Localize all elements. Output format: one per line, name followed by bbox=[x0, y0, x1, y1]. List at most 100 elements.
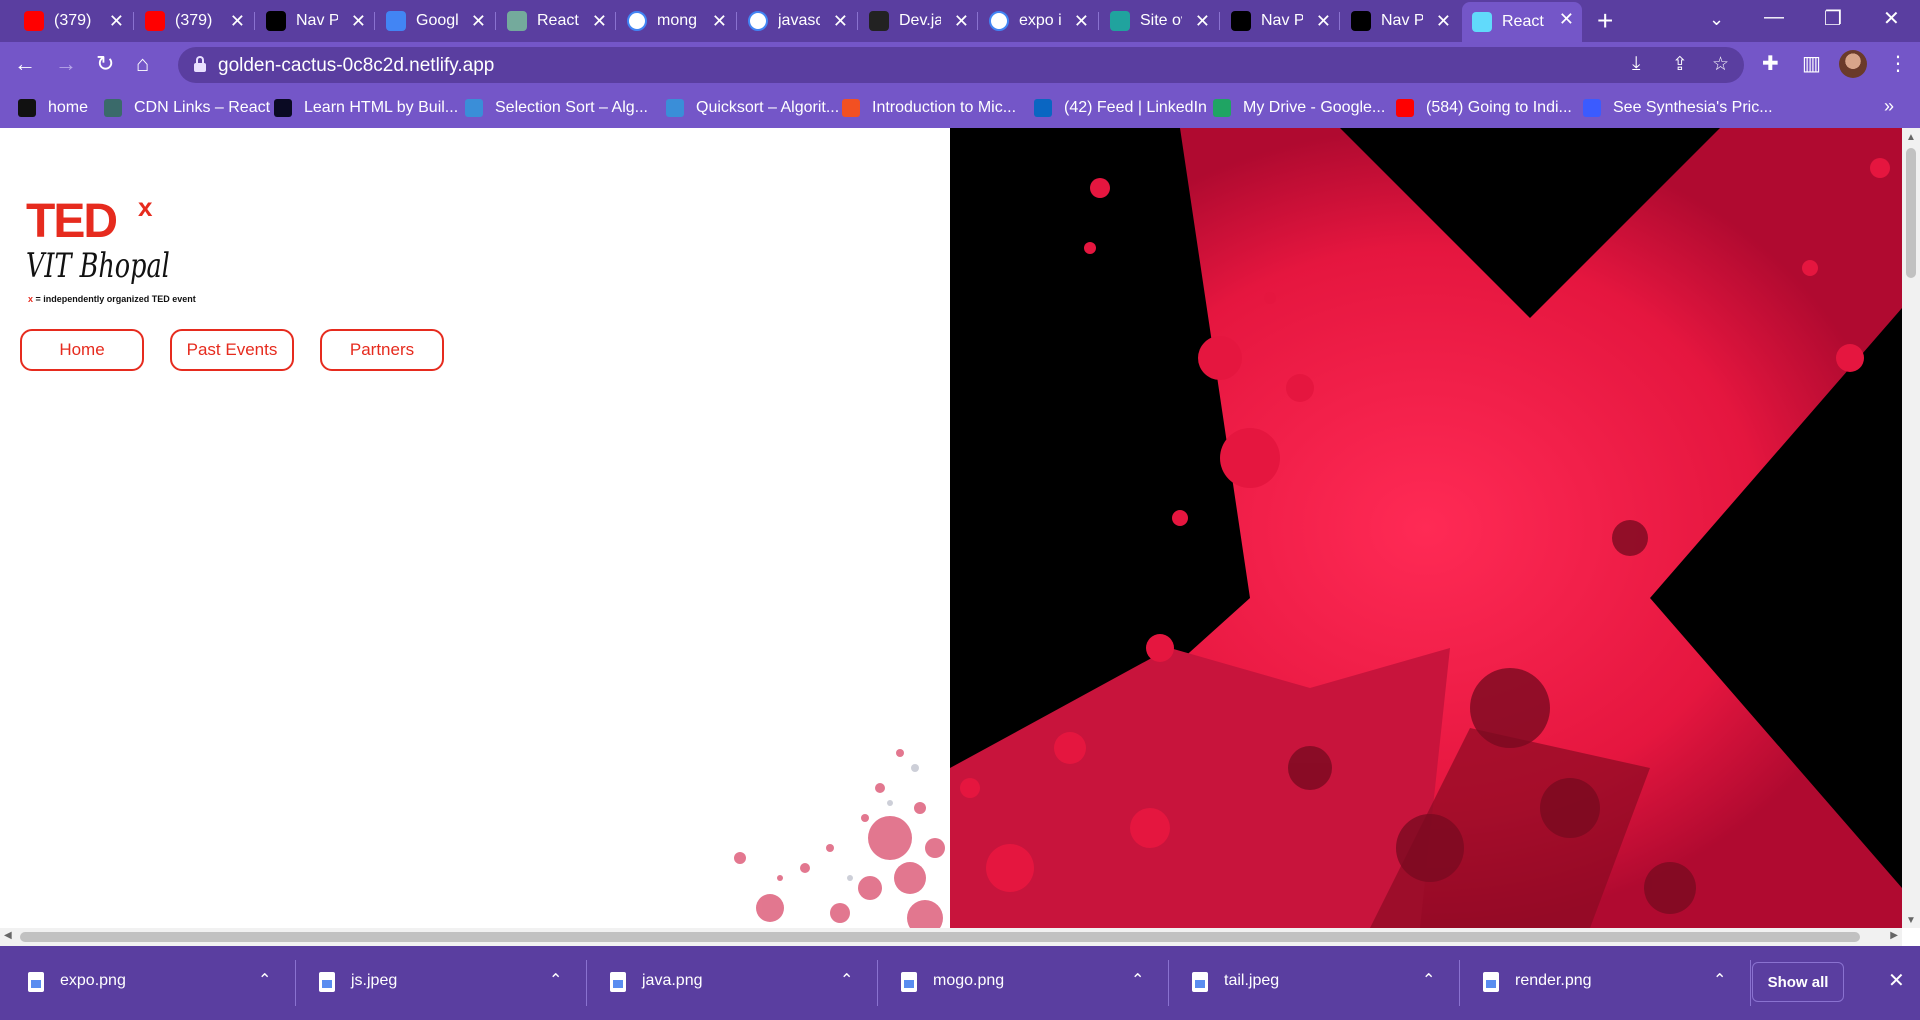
tab[interactable]: Dev.ja ✕ bbox=[859, 4, 977, 38]
download-item[interactable]: expo.png ⌃ bbox=[0, 946, 291, 1020]
tab-title: Nav Pr bbox=[1261, 12, 1303, 29]
chevron-up-icon[interactable]: ⌃ bbox=[840, 970, 853, 990]
close-tab-icon[interactable]: ✕ bbox=[1436, 11, 1451, 32]
side-panel-icon[interactable]: ▥ bbox=[1802, 51, 1821, 76]
bookmark-item[interactable]: Selection Sort – Alg... bbox=[465, 96, 648, 120]
reload-icon[interactable]: ↻ bbox=[96, 50, 114, 78]
lock-icon[interactable] bbox=[194, 56, 206, 72]
bookmark-item[interactable]: (584) Going to Indi... bbox=[1396, 96, 1572, 120]
close-tab-icon[interactable]: ✕ bbox=[109, 11, 124, 32]
chevron-up-icon[interactable]: ⌃ bbox=[1713, 970, 1726, 990]
download-item[interactable]: render.png ⌃ bbox=[1455, 946, 1746, 1020]
bookmark-label: Quicksort – Algorit... bbox=[696, 99, 840, 116]
minimize-icon[interactable]: — bbox=[1764, 6, 1784, 29]
nav-past-events-button[interactable]: Past Events bbox=[170, 329, 294, 371]
address-bar[interactable]: golden-cactus-0c8c2d.netlify.app ⤓ ⇪ ☆ bbox=[178, 47, 1744, 83]
logo-brand: TED bbox=[26, 195, 118, 248]
new-tab-button[interactable]: + bbox=[1597, 7, 1613, 35]
bookmarks-overflow-icon[interactable]: » bbox=[1884, 96, 1894, 117]
scroll-right-icon[interactable]: ▶ bbox=[1890, 930, 1898, 941]
bookmark-item[interactable]: Introduction to Mic... bbox=[842, 96, 1016, 120]
tab[interactable]: (379) Y ✕ bbox=[135, 4, 253, 38]
scroll-left-icon[interactable]: ◀ bbox=[4, 930, 12, 941]
nav-partners-button[interactable]: Partners bbox=[320, 329, 444, 371]
download-item[interactable]: java.png ⌃ bbox=[582, 946, 873, 1020]
synthesia-icon bbox=[1583, 99, 1601, 117]
vertical-scrollbar[interactable]: ▲ ▼ bbox=[1902, 128, 1920, 928]
bookmark-item[interactable]: CDN Links – React bbox=[104, 96, 270, 120]
home-icon[interactable]: ⌂ bbox=[136, 50, 149, 78]
chevron-up-icon[interactable]: ⌃ bbox=[1422, 970, 1435, 990]
bookmark-item[interactable]: Learn HTML by Buil... bbox=[274, 96, 458, 120]
avatar[interactable] bbox=[1839, 50, 1867, 78]
tab-separator bbox=[133, 12, 134, 30]
logo-tagline: x = independently organized TED event bbox=[28, 294, 196, 304]
scroll-up-icon[interactable]: ▲ bbox=[1906, 132, 1916, 143]
bookmark-item[interactable]: home bbox=[18, 96, 88, 120]
close-tab-icon[interactable]: ✕ bbox=[833, 11, 848, 32]
forward-icon[interactable]: → bbox=[55, 50, 77, 78]
close-shelf-icon[interactable]: ✕ bbox=[1888, 968, 1905, 993]
close-tab-icon[interactable]: ✕ bbox=[351, 11, 366, 32]
tab[interactable]: React ✕ bbox=[1462, 2, 1582, 42]
download-item[interactable]: js.jpeg ⌃ bbox=[291, 946, 582, 1020]
bookmark-item[interactable]: See Synthesia's Pric... bbox=[1583, 96, 1773, 120]
image-file-icon bbox=[901, 972, 917, 992]
chevron-up-icon[interactable]: ⌃ bbox=[258, 970, 271, 990]
menu-icon[interactable]: ⋮ bbox=[1888, 51, 1908, 76]
bookmark-item[interactable]: (42) Feed | LinkedIn bbox=[1034, 96, 1207, 120]
bookmark-star-icon[interactable]: ☆ bbox=[1712, 53, 1729, 76]
tab[interactable]: expo i ✕ bbox=[979, 4, 1097, 38]
tab[interactable]: mong ✕ bbox=[617, 4, 735, 38]
bookmark-label: (584) Going to Indi... bbox=[1426, 99, 1572, 116]
close-tab-icon[interactable]: ✕ bbox=[1074, 11, 1089, 32]
close-tab-icon[interactable]: ✕ bbox=[592, 11, 607, 32]
tab[interactable]: Nav Pr ✕ bbox=[256, 4, 374, 38]
horizontal-scroll-thumb[interactable] bbox=[20, 932, 1860, 942]
tab[interactable]: Site ov ✕ bbox=[1100, 4, 1218, 38]
restore-icon[interactable]: ❐ bbox=[1824, 6, 1842, 31]
close-tab-icon[interactable]: ✕ bbox=[712, 11, 727, 32]
nav-home-button[interactable]: Home bbox=[20, 329, 144, 371]
download-shelf: expo.png ⌃ js.jpeg ⌃ java.png ⌃ mogo.png ⌃ tail.… bbox=[0, 946, 1920, 1020]
tab[interactable]: (379) I ✕ bbox=[14, 4, 132, 38]
bookmark-label: Learn HTML by Buil... bbox=[304, 99, 459, 116]
download-item[interactable]: mogo.png ⌃ bbox=[873, 946, 1164, 1020]
close-window-icon[interactable]: ✕ bbox=[1883, 6, 1900, 31]
close-tab-icon[interactable]: ✕ bbox=[230, 11, 245, 32]
tab-title: Nav Pr bbox=[296, 12, 338, 29]
share-icon[interactable]: ⇪ bbox=[1672, 53, 1688, 76]
image-file-icon bbox=[610, 972, 626, 992]
bookmark-item[interactable]: My Drive - Google... bbox=[1213, 96, 1385, 120]
close-tab-icon[interactable]: ✕ bbox=[1559, 9, 1574, 30]
vertical-scroll-thumb[interactable] bbox=[1906, 148, 1916, 278]
tedx-logo[interactable]: TED x VIT Bhopal x = independently organ… bbox=[26, 194, 226, 310]
close-tab-icon[interactable]: ✕ bbox=[1195, 11, 1210, 32]
tab-search-chevron-icon[interactable]: ⌄ bbox=[1709, 9, 1724, 30]
scroll-down-icon[interactable]: ▼ bbox=[1906, 915, 1916, 926]
tab[interactable]: Googl ✕ bbox=[376, 4, 494, 38]
triangle-icon bbox=[1231, 11, 1251, 31]
chevron-up-icon[interactable]: ⌃ bbox=[549, 970, 562, 990]
bookmark-item[interactable]: Quicksort – Algorit... bbox=[666, 96, 839, 120]
tab-separator bbox=[254, 12, 255, 30]
close-tab-icon[interactable]: ✕ bbox=[471, 11, 486, 32]
back-icon[interactable]: ← bbox=[14, 50, 36, 78]
show-all-downloads-button[interactable]: Show all bbox=[1752, 962, 1844, 1002]
tab[interactable]: Nav Pr ✕ bbox=[1341, 4, 1459, 38]
horizontal-scrollbar[interactable]: ◀ ▶ bbox=[0, 928, 1902, 946]
tab-separator bbox=[1219, 12, 1220, 30]
close-tab-icon[interactable]: ✕ bbox=[1316, 11, 1331, 32]
tab[interactable]: javasc ✕ bbox=[738, 4, 856, 38]
extensions-icon[interactable]: ✚ bbox=[1762, 51, 1779, 76]
download-item[interactable]: tail.jpeg ⌃ bbox=[1164, 946, 1455, 1020]
chevron-up-icon[interactable]: ⌃ bbox=[1131, 970, 1144, 990]
install-icon[interactable]: ⤓ bbox=[1632, 53, 1640, 75]
tab[interactable]: Nav Pr ✕ bbox=[1221, 4, 1339, 38]
tab[interactable]: React ✕ bbox=[497, 4, 615, 38]
close-tab-icon[interactable]: ✕ bbox=[954, 11, 969, 32]
tab-separator bbox=[736, 12, 737, 30]
google-icon bbox=[627, 11, 647, 31]
url-text[interactable]: golden-cactus-0c8c2d.netlify.app bbox=[218, 55, 494, 77]
tab-separator bbox=[977, 12, 978, 30]
